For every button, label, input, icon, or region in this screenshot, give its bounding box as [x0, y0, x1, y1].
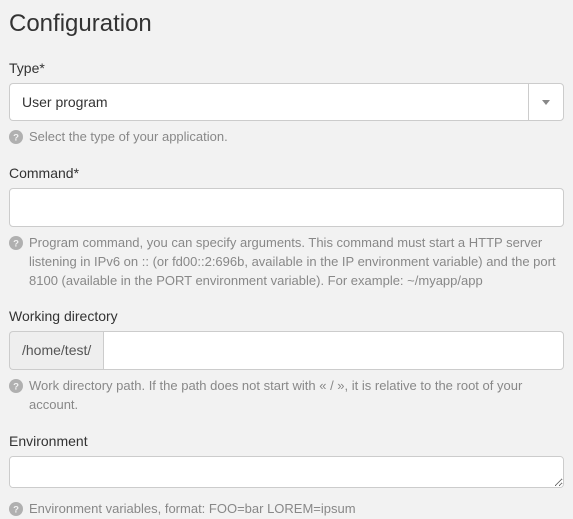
type-help: ? Select the type of your application.: [9, 128, 564, 147]
command-help: ? Program command, you can specify argum…: [9, 234, 564, 291]
chevron-down-icon: [542, 100, 550, 105]
environment-help: ? Environment variables, format: FOO=bar…: [9, 500, 564, 519]
page-title: Configuration: [9, 10, 564, 38]
svg-text:?: ?: [13, 382, 19, 393]
type-select-value[interactable]: User program: [9, 83, 528, 121]
environment-help-text: Environment variables, format: FOO=bar L…: [29, 500, 356, 519]
workdir-input[interactable]: [103, 331, 564, 370]
type-label: Type*: [9, 60, 564, 76]
field-type: Type* User program ? Select the type of …: [9, 60, 564, 147]
help-icon: ?: [9, 502, 23, 516]
help-icon: ?: [9, 130, 23, 144]
field-command: Command* ? Program command, you can spec…: [9, 165, 564, 291]
field-workdir: Working directory /home/test/ ? Work dir…: [9, 308, 564, 415]
workdir-help-text: Work directory path. If the path does no…: [29, 377, 564, 415]
environment-label: Environment: [9, 433, 564, 449]
command-label: Command*: [9, 165, 564, 181]
workdir-help: ? Work directory path. If the path does …: [9, 377, 564, 415]
svg-text:?: ?: [13, 238, 19, 249]
type-select-toggle[interactable]: [528, 83, 564, 121]
environment-input[interactable]: [9, 456, 564, 488]
command-input[interactable]: [9, 188, 564, 227]
help-icon: ?: [9, 236, 23, 250]
workdir-label: Working directory: [9, 308, 564, 324]
type-select[interactable]: User program: [9, 83, 564, 121]
type-help-text: Select the type of your application.: [29, 128, 228, 147]
svg-text:?: ?: [13, 133, 19, 144]
svg-text:?: ?: [13, 505, 19, 516]
field-environment: Environment ? Environment variables, for…: [9, 433, 564, 519]
command-help-text: Program command, you can specify argumen…: [29, 234, 564, 291]
workdir-prefix: /home/test/: [9, 331, 103, 370]
help-icon: ?: [9, 379, 23, 393]
